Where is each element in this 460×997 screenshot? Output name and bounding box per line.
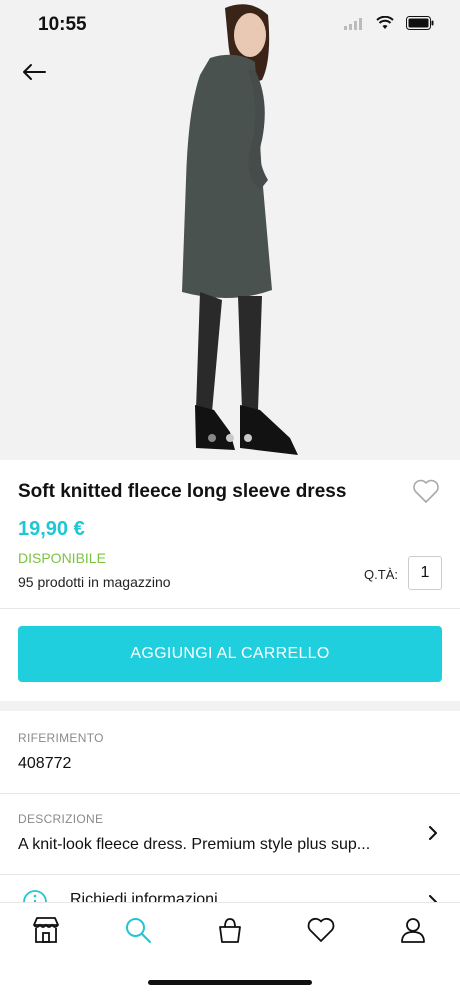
search-icon bbox=[124, 916, 152, 949]
image-pager[interactable] bbox=[0, 434, 460, 442]
tab-account[interactable] bbox=[396, 915, 430, 949]
favorite-button[interactable] bbox=[412, 478, 440, 506]
bag-icon bbox=[216, 916, 244, 949]
pager-dot[interactable] bbox=[244, 434, 252, 442]
status-bar: 10:55 bbox=[0, 0, 460, 50]
wifi-icon bbox=[376, 15, 394, 35]
battery-icon bbox=[406, 16, 434, 35]
tab-wishlist[interactable] bbox=[304, 915, 338, 949]
add-to-cart-section: AGGIUNGI AL CARRELLO bbox=[0, 609, 460, 701]
description-label: DESCRIZIONE bbox=[18, 812, 104, 826]
pager-dot[interactable] bbox=[208, 434, 216, 442]
user-icon bbox=[399, 916, 427, 949]
tab-search[interactable] bbox=[121, 915, 155, 949]
product-info: Soft knitted fleece long sleeve dress 19… bbox=[0, 460, 460, 608]
availability-status: DISPONIBILE bbox=[18, 550, 106, 566]
tab-store[interactable] bbox=[29, 915, 63, 949]
reference-value: 408772 bbox=[18, 755, 72, 772]
status-time: 10:55 bbox=[38, 14, 87, 35]
back-button[interactable] bbox=[18, 58, 50, 90]
pager-dot[interactable] bbox=[226, 434, 234, 442]
reference-section: RIFERIMENTO 408772 bbox=[0, 711, 460, 793]
add-to-cart-button[interactable]: AGGIUNGI AL CARRELLO bbox=[18, 626, 442, 682]
heart-icon bbox=[412, 479, 440, 508]
product-price: 19,90 € bbox=[18, 518, 85, 540]
section-separator bbox=[0, 701, 460, 711]
product-title: Soft knitted fleece long sleeve dress bbox=[18, 481, 347, 502]
product-image[interactable] bbox=[0, 0, 460, 460]
arrow-left-icon bbox=[21, 63, 47, 86]
product-photo bbox=[0, 0, 460, 460]
chevron-right-icon bbox=[426, 826, 440, 840]
quantity-input[interactable]: 1 bbox=[408, 556, 442, 590]
home-indicator bbox=[148, 980, 312, 985]
tab-cart[interactable] bbox=[213, 915, 247, 949]
signal-icon bbox=[344, 17, 364, 35]
description-value: A knit-look fleece dress. Premium style … bbox=[18, 836, 371, 853]
stock-count: 95 prodotti in magazzino bbox=[18, 574, 171, 590]
store-icon bbox=[31, 916, 61, 949]
heart-icon bbox=[306, 916, 336, 949]
reference-label: RIFERIMENTO bbox=[18, 731, 104, 745]
description-row[interactable]: DESCRIZIONE A knit-look fleece dress. Pr… bbox=[0, 794, 460, 874]
status-icons bbox=[344, 15, 434, 35]
quantity-label: Q.TÀ: bbox=[364, 567, 398, 582]
